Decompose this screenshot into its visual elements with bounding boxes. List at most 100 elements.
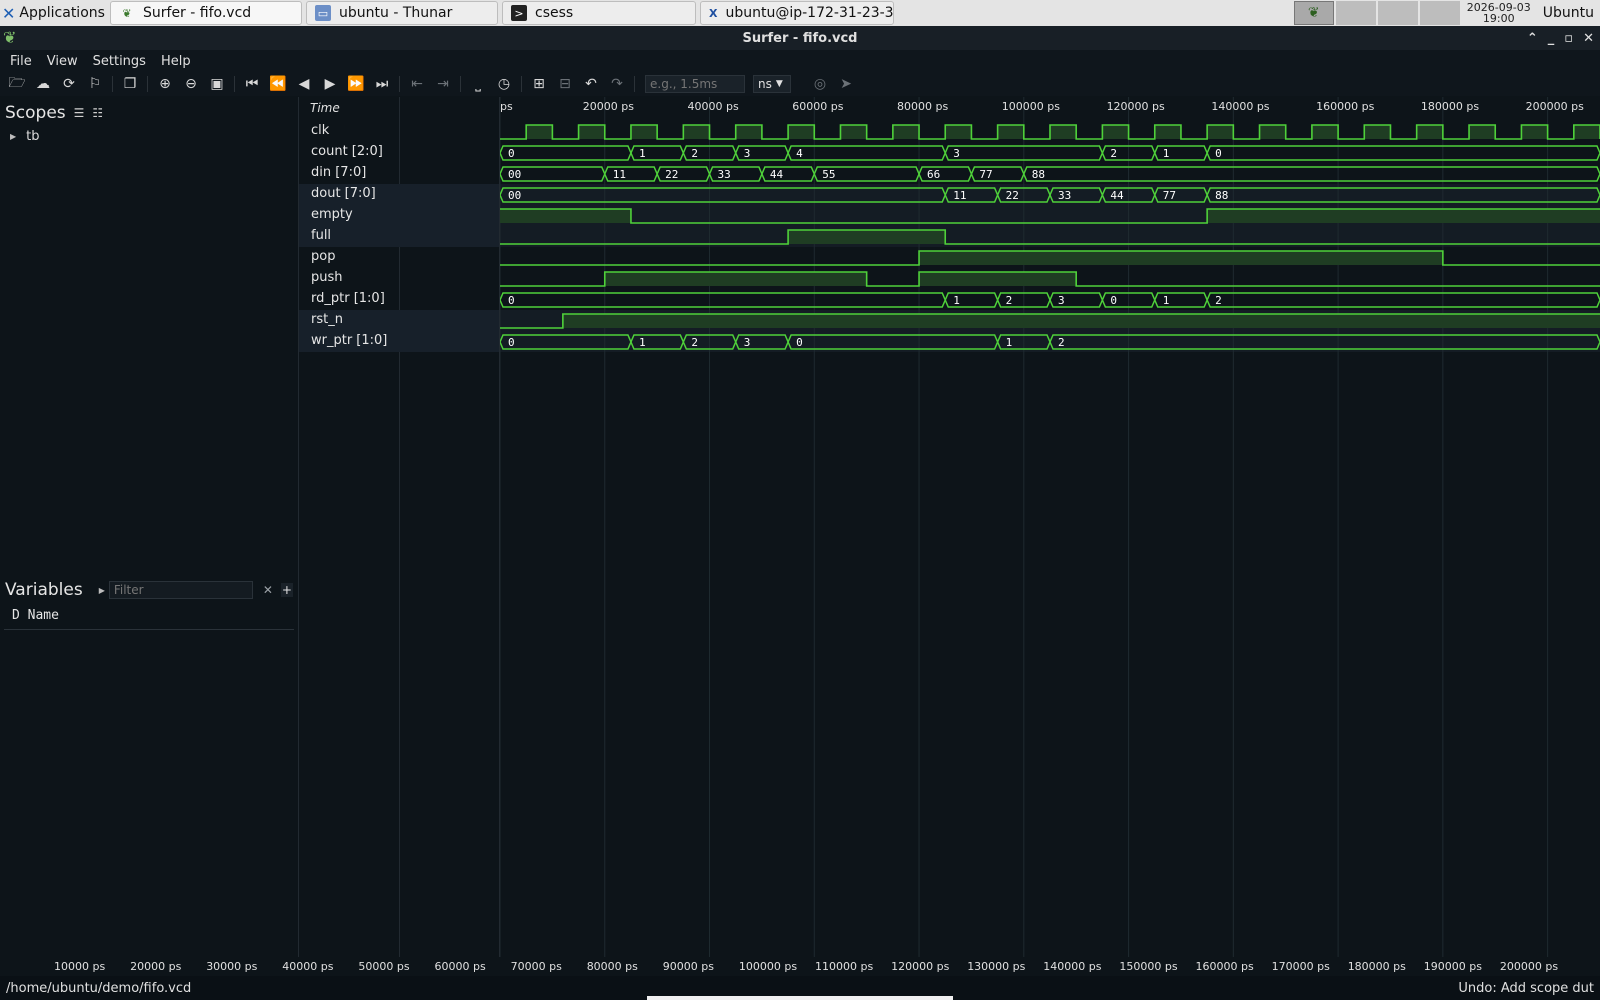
signal-name-clk[interactable]: clk (299, 121, 499, 142)
signal-name-pop[interactable]: pop (299, 247, 499, 268)
signal-name-din[interactable]: din [7:0] (299, 163, 499, 184)
bottom-tick-label: 80000 ps (586, 960, 638, 973)
clock-high-fill (735, 125, 762, 139)
bottom-tick-label: 70000 ps (510, 960, 562, 973)
menu-settings[interactable]: Settings (83, 54, 151, 69)
task-label: ubuntu - Thunar (339, 5, 453, 21)
menu-view[interactable]: View (37, 54, 83, 69)
task-thunar[interactable]: ▭ ubuntu - Thunar (306, 1, 498, 25)
signal-name-count[interactable]: count [2:0] (299, 142, 499, 163)
clock[interactable]: 2026-09-03 19:00 (1461, 0, 1537, 26)
bottom-tick-label: 90000 ps (662, 960, 714, 973)
bus-value-label: 00 (508, 168, 521, 181)
space-icon[interactable]: ⎵ (465, 73, 491, 95)
rewind-icon[interactable]: ⏪ (265, 73, 291, 95)
previous-transition-icon[interactable]: ⇤ (404, 73, 430, 95)
signal-name-full[interactable]: full (299, 226, 499, 247)
task-xterm[interactable]: X ubuntu@ip-172-31-23-3... (700, 1, 894, 25)
bus-value-label: 44 (1110, 189, 1124, 202)
count-segment (1206, 145, 1600, 161)
maximize-icon[interactable]: ▫ (1564, 31, 1573, 46)
copy-icon[interactable]: ❐ (117, 73, 143, 95)
bus-value-label: 2 (1058, 336, 1065, 349)
undo-icon[interactable]: ↶ (578, 73, 604, 95)
clear-filter-icon[interactable]: ✕ (263, 583, 273, 597)
reload-icon[interactable]: ⟳ (56, 73, 82, 95)
clock-high-fill (1573, 125, 1600, 139)
bottom-tick-label: 160000 ps (1195, 960, 1254, 973)
open-url-icon[interactable]: ☁ (30, 73, 56, 95)
bottom-tick-label: 190000 ps (1423, 960, 1482, 973)
time-unit-select[interactable]: ns ▼ (753, 75, 791, 93)
bus-value-label: 2 (691, 147, 698, 160)
bottom-tick-label: 150000 ps (1119, 960, 1178, 973)
desktop: ✕ Applications ❦ Surfer - fifo.vcd ▭ ubu… (0, 0, 1600, 1000)
taskbar: ✕ Applications ❦ Surfer - fifo.vcd ▭ ubu… (0, 0, 1600, 26)
run-icon[interactable]: ⚐ (82, 73, 108, 95)
next-transition-icon[interactable]: ⇥ (430, 73, 456, 95)
workspace-1[interactable]: ❦ (1293, 1, 1334, 25)
task-surfer[interactable]: ❦ Surfer - fifo.vcd (110, 1, 302, 25)
signal-name-wr-ptr[interactable]: wr_ptr [1:0] (299, 331, 499, 352)
task-label: csess (535, 5, 574, 21)
remove-icon[interactable]: ⊟ (552, 73, 578, 95)
clock-high-fill (1364, 125, 1391, 139)
status-indicator (647, 996, 953, 1000)
step-back-icon[interactable]: ◀ (291, 73, 317, 95)
signal-names: Time clk count [2:0] din [7:0] dout [7:0] em… (299, 97, 499, 957)
workspace-2[interactable] (1335, 1, 1376, 25)
bus-value-label: 1 (639, 147, 646, 160)
cursor-snap-icon[interactable]: ◎ (807, 73, 833, 95)
clock-high-fill (1259, 125, 1286, 139)
variables-columns: D Name (4, 604, 294, 630)
scopes-panel: Scopes ☰ ☷ ▶ tb (0, 97, 298, 573)
workspace-4[interactable] (1419, 1, 1460, 25)
bus-value-label: 77 (1163, 189, 1176, 202)
clock-icon[interactable]: ◷ (491, 73, 517, 95)
signal-name-rst-n[interactable]: rst_n (299, 310, 499, 331)
toolbar-separator (521, 76, 522, 92)
minimize-icon[interactable]: _ (1548, 31, 1555, 46)
bottom-time-ruler: 10000 ps 20000 ps 30000 ps 40000 ps 50000 ps… (0, 957, 1600, 976)
go-to-start-icon[interactable]: ⏮ (239, 73, 265, 95)
step-forward-icon[interactable]: ▶ (317, 73, 343, 95)
chevron-up-icon[interactable]: ⌃ (1527, 31, 1538, 46)
expand-all-icon[interactable]: ☰ (74, 106, 85, 120)
full-high-fill (788, 230, 946, 244)
signal-name-dout[interactable]: dout [7:0] (299, 184, 499, 205)
clock-high-fill (945, 125, 972, 139)
scope-tb[interactable]: ▶ tb (0, 129, 298, 144)
workspace-3[interactable] (1377, 1, 1418, 25)
add-icon[interactable]: ⊞ (526, 73, 552, 95)
scope-label: tb (26, 129, 40, 144)
goto-time-input[interactable] (645, 75, 745, 93)
zoom-in-icon[interactable]: ⊕ (152, 73, 178, 95)
add-variable-icon[interactable]: + (280, 583, 293, 597)
rd-ptr-segment (500, 292, 947, 308)
pointer-icon[interactable]: ➤ (833, 73, 859, 95)
open-file-icon[interactable]: 🗁 (4, 73, 30, 95)
applications-menu[interactable]: ✕ Applications (0, 0, 108, 26)
signal-name-push[interactable]: push (299, 268, 499, 289)
toolbar-separator (147, 76, 148, 92)
zoom-out-icon[interactable]: ⊖ (178, 73, 204, 95)
caret-right-icon[interactable]: ▶ (99, 586, 105, 595)
menu-file[interactable]: File (0, 54, 37, 69)
task-csess[interactable]: > csess (502, 1, 696, 25)
status-file-path: /home/ubuntu/demo/fifo.vcd (6, 980, 192, 996)
signal-name-empty[interactable]: empty (299, 205, 499, 226)
user-menu[interactable]: Ubuntu (1537, 0, 1600, 26)
waveform-view[interactable]: ps 20000 ps 40000 ps 60000 ps 80000 ps 100000… (500, 97, 1600, 957)
fast-forward-icon[interactable]: ⏩ (343, 73, 369, 95)
menu-help[interactable]: Help (151, 54, 196, 69)
zoom-fit-icon[interactable]: ▣ (204, 73, 230, 95)
go-to-end-icon[interactable]: ⏭ (369, 73, 395, 95)
toolbar-separator (234, 76, 235, 92)
redo-icon[interactable]: ↷ (604, 73, 630, 95)
variable-filter-input[interactable] (108, 581, 253, 599)
close-icon[interactable]: ✕ (1583, 31, 1594, 46)
signal-name-rd-ptr[interactable]: rd_ptr [1:0] (299, 289, 499, 310)
time-tick-label: 200000 ps (1526, 100, 1584, 113)
waveform-canvas[interactable]: ps 20000 ps 40000 ps 60000 ps 80000 ps 100000… (500, 97, 1600, 957)
collapse-all-icon[interactable]: ☷ (92, 106, 103, 120)
